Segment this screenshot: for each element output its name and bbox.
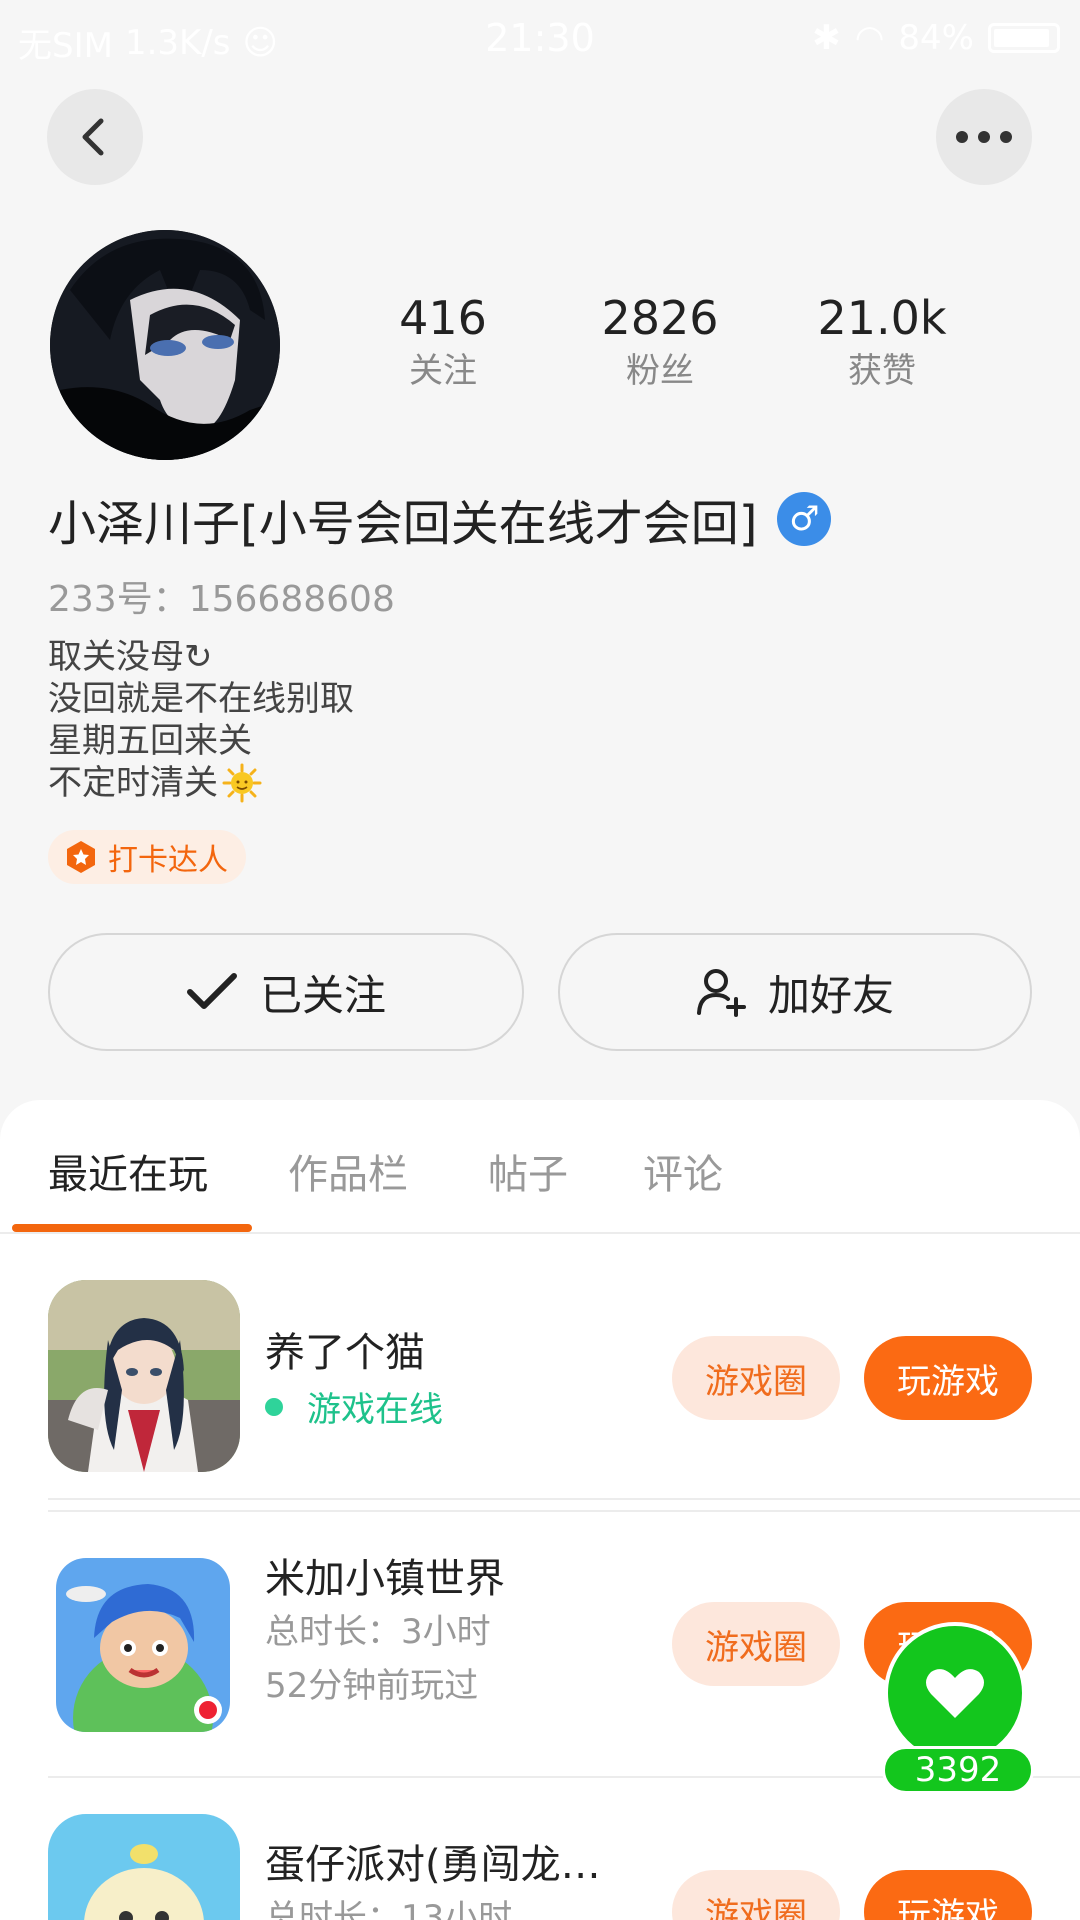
more-button[interactable] (936, 89, 1032, 185)
followed-button[interactable]: 已关注 (48, 933, 524, 1051)
stat-following[interactable]: 416 关注 (343, 290, 543, 396)
heart-icon (926, 1669, 984, 1718)
total-playtime: 总时长：13小时 (265, 1898, 513, 1920)
stat-likes[interactable]: 21.0k 获赞 (782, 290, 982, 396)
like-circle[interactable] (884, 1622, 1026, 1764)
game-icon-mika[interactable] (56, 1558, 230, 1732)
online-dot-icon (265, 1397, 283, 1416)
bio-line-text: 不定时清关 (48, 763, 218, 803)
battery-icon (988, 23, 1060, 53)
bio-line: 星期五回来关 (48, 721, 252, 761)
tab-indicator (12, 1224, 252, 1232)
game-name: 蛋仔派对(勇闯龙… (265, 1842, 601, 1888)
tab-comments[interactable]: 评论 (643, 1142, 723, 1200)
add-friend-label: 加好友 (767, 970, 894, 1020)
checkmark-icon (186, 973, 237, 1009)
total-playtime: 总时长：3小时 (265, 1612, 491, 1652)
like-count: 3392 (882, 1746, 1034, 1794)
tab-bar: 最近在玩 作品栏 帖子 评论 (0, 1100, 1080, 1234)
bio: 取关没母↻ 没回就是不在线别取 星期五回来关 不定时清关 (48, 636, 354, 804)
bio-line-last: 不定时清关 (48, 762, 354, 804)
followers-count: 2826 (601, 291, 719, 345)
stat-followers[interactable]: 2826 粉丝 (560, 290, 760, 396)
bio-line: 没回就是不在线别取 (48, 679, 354, 719)
play-game-button[interactable]: 玩游戏 (864, 1336, 1032, 1420)
online-status-label: 游戏在线 (307, 1390, 443, 1430)
chevron-left-icon (82, 118, 104, 156)
user-id[interactable]: 233号：156688608 (48, 570, 395, 622)
sun-emoji-icon (222, 763, 262, 803)
game-circle-button[interactable]: 游戏圈 (672, 1602, 840, 1686)
back-button[interactable] (47, 89, 143, 185)
nickname-row: 小泽川子[小号会回关在线才会回] ♂ (48, 484, 832, 554)
last-played: 52分钟前玩过 (265, 1666, 479, 1706)
followed-label: 已关注 (259, 970, 386, 1020)
following-count: 416 (399, 291, 487, 345)
tab-recently-played[interactable]: 最近在玩 (48, 1142, 208, 1200)
game-item[interactable]: 养了个猫 游戏在线 游戏圈 玩游戏 (48, 1246, 1080, 1512)
play-game-button[interactable]: 玩游戏 (864, 1870, 1032, 1920)
game-name: 米加小镇世界 (265, 1556, 505, 1602)
add-friend-button[interactable]: 加好友 (558, 933, 1032, 1051)
game-name: 养了个猫 (265, 1330, 425, 1376)
tab-posts[interactable]: 帖子 (488, 1142, 568, 1200)
avatar[interactable] (50, 230, 280, 460)
game-icon-eggy[interactable] (48, 1814, 240, 1920)
online-status: 游戏在线 (265, 1382, 443, 1431)
checkin-badge[interactable]: 打卡达人 (48, 830, 246, 884)
game-circle-button[interactable]: 游戏圈 (672, 1336, 840, 1420)
likes-label: 获赞 (848, 351, 916, 391)
wifi-icon: ◠ (854, 18, 885, 58)
battery-percent: 84% (898, 18, 974, 58)
badge-icon (67, 841, 95, 873)
following-label: 关注 (409, 351, 477, 391)
add-user-icon (696, 969, 746, 1017)
badge-label: 打卡达人 (108, 843, 228, 878)
game-icon-cat[interactable] (48, 1280, 240, 1472)
game-circle-button[interactable]: 游戏圈 (672, 1870, 840, 1920)
floating-like-button[interactable]: 3392 (882, 1622, 1034, 1796)
more-dots-icon (956, 131, 1012, 143)
nickname: 小泽川子[小号会回关在线才会回] (48, 496, 758, 552)
followers-label: 粉丝 (626, 351, 694, 391)
game-item[interactable]: 蛋仔派对(勇闯龙… 总时长：13小时 游戏圈 玩游戏 (48, 1778, 1080, 1920)
status-bar: 无SIM 1.3K/s ☺ 21:30 ✱ ◠ 84% (0, 0, 1080, 76)
tab-works[interactable]: 作品栏 (288, 1142, 408, 1200)
bio-line: 取关没母↻ (48, 637, 213, 677)
male-gender-icon: ♂ (777, 492, 832, 546)
likes-count: 21.0k (817, 291, 947, 345)
bluetooth-icon: ✱ (812, 18, 841, 58)
